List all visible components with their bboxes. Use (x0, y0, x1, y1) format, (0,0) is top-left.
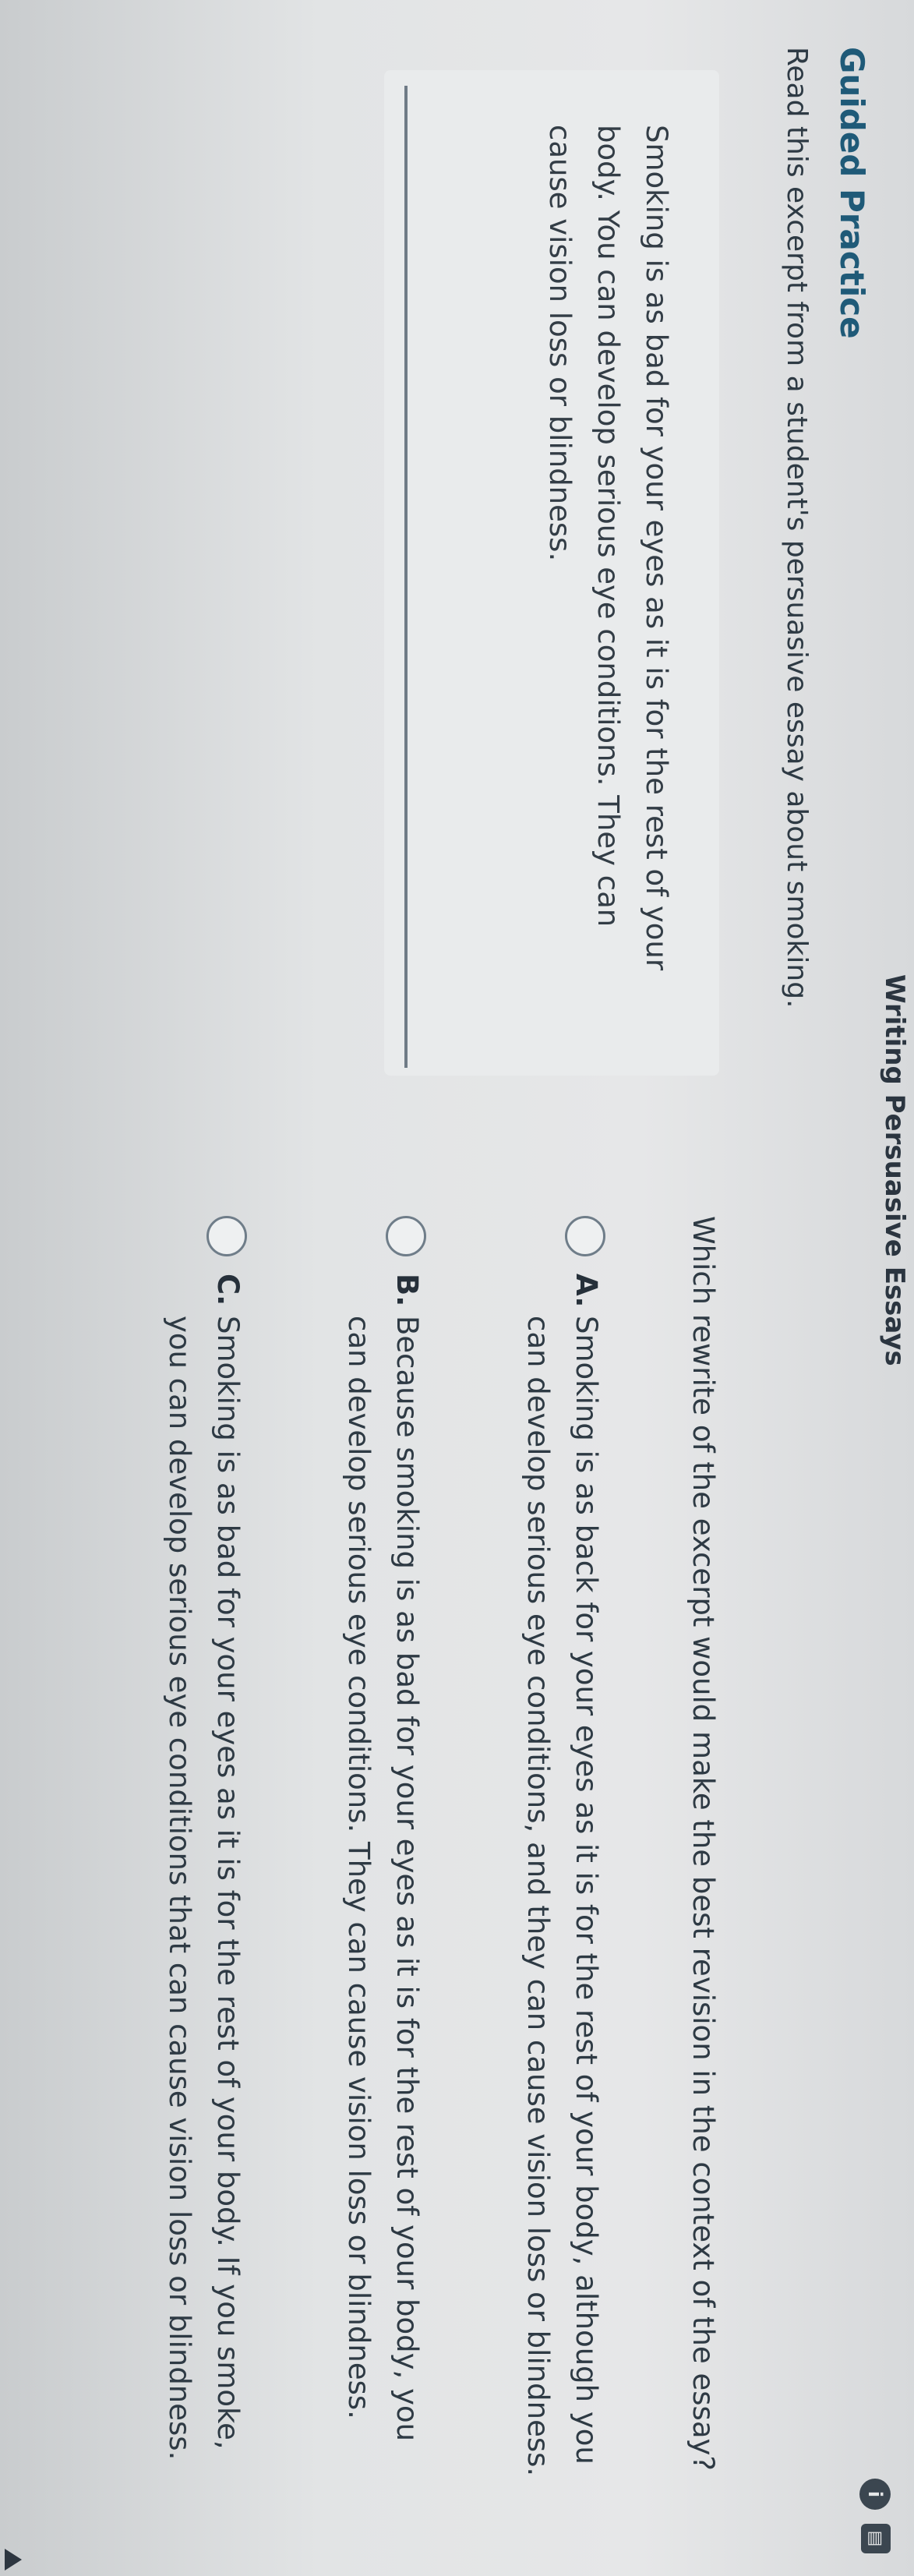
option-text: Smoking is as bad for your eyes as it is… (163, 1316, 245, 2461)
radio-button-c[interactable] (206, 1216, 247, 1256)
answer-option-b[interactable]: B. Because smoking is as bad for your ey… (334, 1216, 431, 2479)
radio-button-a[interactable] (565, 1216, 605, 1256)
question-prompt: Which rewrite of the excerpt would make … (686, 1216, 720, 2472)
answer-option-c[interactable]: C. Smoking is as bad for your eyes as it… (155, 1216, 252, 2479)
answer-option-a[interactable]: A. Smoking is as back for your eyes as i… (513, 1216, 610, 2479)
option-text: Smoking is as back for your eyes as it i… (521, 1316, 603, 2477)
lesson-content: Writing Persuasive Essays i ▤ Guided Pra… (0, 0, 914, 2576)
scroll-arrow-icon[interactable] (5, 2549, 22, 2571)
book-icon[interactable]: ▤ (861, 2524, 891, 2553)
page-background: Writing Persuasive Essays i ▤ Guided Pra… (0, 0, 914, 2576)
excerpt-text: Smoking is as bad for your eyes as it is… (543, 125, 673, 971)
option-letter: B. (390, 1274, 424, 1307)
excerpt-divider (404, 86, 408, 1068)
radio-button-b[interactable] (386, 1216, 426, 1256)
section-title: Guided Practice (833, 47, 871, 339)
option-text: Because smoking is as bad for your eyes … (342, 1316, 424, 2442)
info-icon[interactable]: i (859, 2479, 891, 2510)
top-toolbar: i ▤ (859, 2479, 891, 2553)
option-letter: C. (211, 1274, 245, 1306)
lesson-title: Writing Persuasive Essays (879, 974, 910, 1366)
option-letter: A. (570, 1274, 603, 1308)
instruction-text: Read this excerpt from a student's persu… (781, 47, 813, 1009)
